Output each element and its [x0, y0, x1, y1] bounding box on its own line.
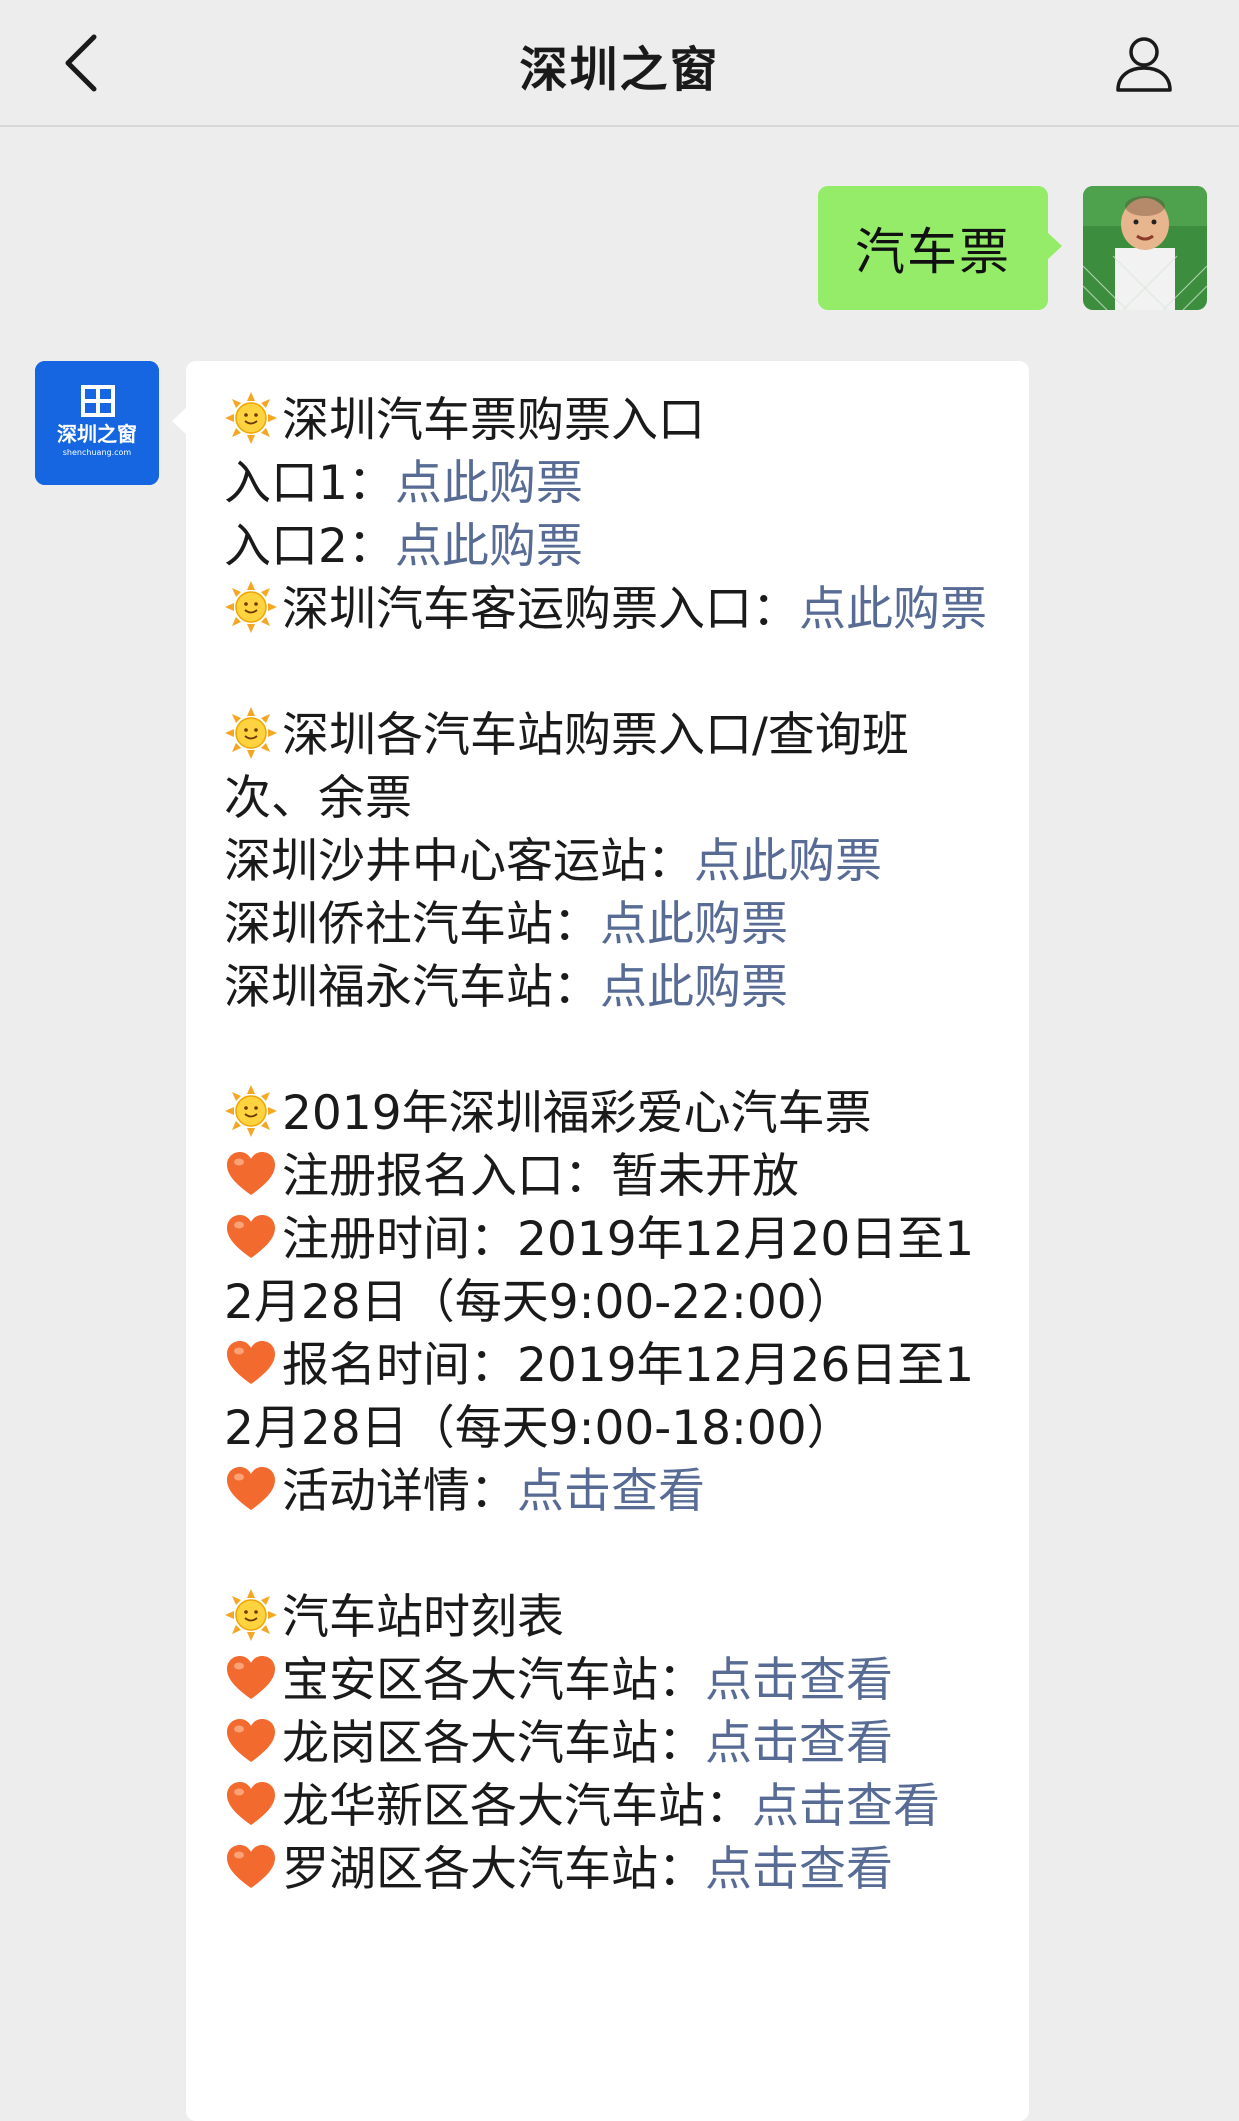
register-entry-row: 注册报名入口：暂未开放 — [224, 1145, 999, 1208]
section-heading-bus-tickets: 深圳汽车票购票入口 — [224, 389, 999, 452]
heart-emoji-icon — [224, 1336, 278, 1390]
district-timetable-link[interactable]: 点击查看 — [752, 1779, 940, 1834]
heart-emoji-icon — [224, 1777, 278, 1831]
signup-time-row: 报名时间：2019年12月26日至12月28日（每天9:00-18:00） — [224, 1336, 975, 1456]
district-timetable-link[interactable]: 点击查看 — [705, 1716, 893, 1771]
section-heading-timetable: 汽车站时刻表 — [224, 1586, 999, 1649]
profile-button[interactable] — [1109, 30, 1179, 96]
heart-emoji-icon — [224, 1840, 278, 1894]
entry-2-buy-link[interactable]: 点此购票 — [395, 519, 583, 574]
svg-text:shenchuang.com: shenchuang.com — [63, 448, 132, 457]
district-timetable-row: 龙岗区各大汽车站：点击查看 — [224, 1712, 999, 1775]
passenger-transport-buy-link[interactable]: 点此购票 — [799, 582, 987, 637]
station-buy-link[interactable]: 点此购票 — [600, 960, 788, 1015]
sun-emoji-icon — [224, 391, 278, 445]
entry-1-row: 入口1：点此购票 — [224, 456, 583, 511]
heart-emoji-icon — [224, 1714, 278, 1768]
person-icon — [1116, 37, 1172, 92]
section-heading-stations: 深圳各汽车站购票入口/查询班次、余票 — [224, 706, 909, 826]
bot-message-bubble: 深圳汽车票购票入口 入口1：点此购票 入口2：点此购票 深圳汽车客运购票入口：点… — [172, 361, 1029, 2121]
user-message-text: 汽车票 — [855, 223, 1011, 281]
heart-emoji-icon — [224, 1651, 278, 1705]
register-time-row: 注册时间：2019年12月20日至12月28日（每天9:00-22:00） — [224, 1210, 975, 1330]
svg-text:深圳之窗: 深圳之窗 — [57, 422, 137, 446]
sun-emoji-icon — [224, 706, 278, 760]
user-message-bubble[interactable]: 汽车票 — [818, 186, 1062, 310]
top-navigation-bar: 深圳之窗 — [0, 0, 1239, 127]
entry-2-row: 入口2：点此购票 — [224, 519, 583, 574]
sun-emoji-icon — [224, 1588, 278, 1642]
activity-details-link[interactable]: 点击查看 — [517, 1464, 705, 1519]
passenger-transport-row: 深圳汽车客运购票入口：点此购票 — [224, 578, 999, 641]
entry-1-buy-link[interactable]: 点此购票 — [395, 456, 583, 511]
shenchuang-logo-icon: 深圳之窗 shenchuang.com — [35, 361, 159, 485]
user-avatar[interactable] — [1083, 186, 1207, 310]
district-timetable-link[interactable]: 点击查看 — [705, 1653, 893, 1708]
station-row: 深圳侨社汽车站：点此购票 — [224, 897, 788, 952]
station-row: 深圳沙井中心客运站：点此购票 — [224, 834, 882, 889]
station-buy-link[interactable]: 点此购票 — [694, 834, 882, 889]
district-timetable-link[interactable]: 点击查看 — [705, 1842, 893, 1897]
sun-emoji-icon — [224, 1084, 278, 1138]
station-row: 深圳福永汽车站：点此购票 — [224, 960, 788, 1015]
heart-emoji-icon — [224, 1210, 278, 1264]
district-timetable-row: 罗湖区各大汽车站：点击查看 — [224, 1838, 999, 1901]
section-heading-charity-tickets: 2019年深圳福彩爱心汽车票 — [224, 1082, 999, 1145]
district-timetable-row: 宝安区各大汽车站：点击查看 — [224, 1649, 999, 1712]
district-timetable-row: 龙华新区各大汽车站：点击查看 — [224, 1775, 999, 1838]
heart-emoji-icon — [224, 1462, 278, 1516]
station-buy-link[interactable]: 点此购票 — [600, 897, 788, 952]
heart-emoji-icon — [224, 1147, 278, 1201]
sun-emoji-icon — [224, 580, 278, 634]
bot-avatar[interactable]: 深圳之窗 shenchuang.com — [35, 361, 159, 485]
page-title: 深圳之窗 — [519, 42, 720, 98]
user-avatar-image — [1083, 186, 1207, 310]
activity-details-row: 活动详情：点击查看 — [224, 1460, 999, 1523]
